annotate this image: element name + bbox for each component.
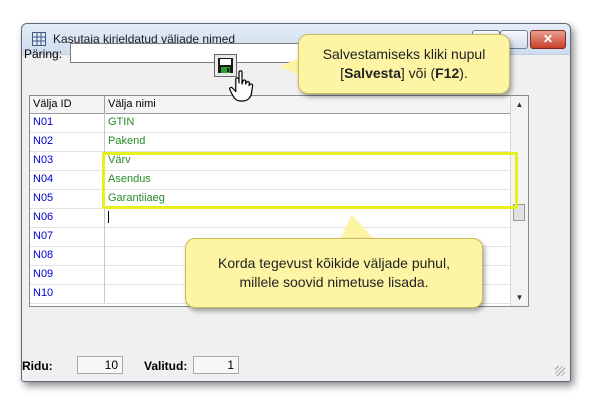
- field-id-cell: N02: [30, 132, 105, 151]
- resize-grip-icon[interactable]: [555, 366, 565, 376]
- field-name-cell-editing[interactable]: [105, 208, 511, 227]
- save-hint-key: F12: [435, 65, 460, 81]
- save-hint-line1: Salvestamiseks kliki nupul: [322, 46, 486, 62]
- save-hint-line2: [Salvesta] või (F12).: [299, 64, 509, 83]
- field-id-cell: N10: [30, 284, 105, 303]
- table-row[interactable]: N02 Pakend: [30, 132, 511, 152]
- field-id-cell: N03: [30, 151, 105, 170]
- field-id-cell: N01: [30, 113, 105, 132]
- save-hint-middle: ] või (: [400, 65, 436, 81]
- field-id-cell: N05: [30, 189, 105, 208]
- repeat-hint-line2: millele soovid nimetuse lisada.: [239, 274, 429, 290]
- field-name-cell[interactable]: Pakend: [105, 132, 511, 151]
- close-button[interactable]: ✕: [530, 30, 566, 49]
- repeat-hint-line1: Korda tegevust kõikide väljade puhul,: [218, 255, 450, 271]
- save-hint-button-name: Salvesta: [344, 65, 401, 81]
- scroll-down-icon[interactable]: ▼: [511, 289, 528, 306]
- highlight-box: [102, 152, 518, 209]
- column-header-id[interactable]: Välja ID: [30, 96, 105, 113]
- rows-count-value: 10: [77, 356, 123, 374]
- status-bar: Ridu: 10 Valitud: 1: [22, 353, 568, 379]
- field-id-cell: N08: [30, 246, 105, 265]
- close-icon: ✕: [542, 32, 554, 46]
- hand-pointer-icon: [229, 70, 254, 102]
- callout-pointer: [280, 58, 300, 76]
- save-hint-close: ).: [459, 65, 468, 81]
- save-hint-callout: Salvestamiseks kliki nupul [Salvesta] võ…: [298, 34, 510, 94]
- selected-count-label: Valitud:: [144, 359, 188, 373]
- text-caret: [108, 211, 109, 224]
- grid-header: Välja ID Välja nimi: [30, 96, 511, 114]
- table-row[interactable]: N01 GTIN: [30, 113, 511, 133]
- query-label: Päring:: [24, 47, 63, 61]
- field-id-cell: N04: [30, 170, 105, 189]
- field-id-cell: N06: [30, 208, 105, 227]
- selected-count-value: 1: [193, 356, 239, 374]
- repeat-hint-callout: Korda tegevust kõikide väljade puhul, mi…: [185, 238, 483, 308]
- rows-count-label: Ridu:: [22, 359, 53, 373]
- field-id-cell: N09: [30, 265, 105, 284]
- field-id-cell: N07: [30, 227, 105, 246]
- grid-app-icon: [32, 32, 46, 46]
- callout-pointer: [340, 215, 374, 239]
- column-header-name[interactable]: Välja nimi: [105, 96, 513, 113]
- scroll-up-icon[interactable]: ▲: [511, 96, 528, 113]
- table-row-active[interactable]: N06: [30, 208, 511, 228]
- field-name-cell[interactable]: GTIN: [105, 113, 511, 132]
